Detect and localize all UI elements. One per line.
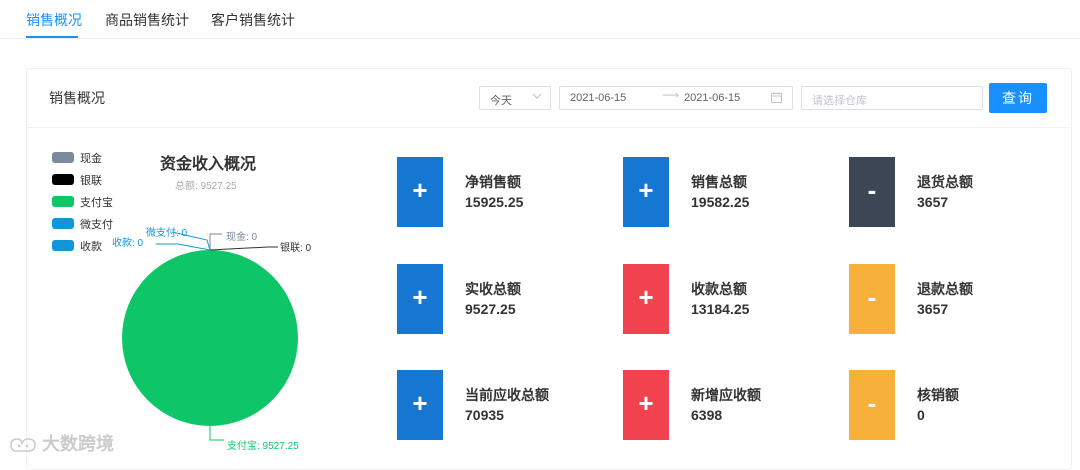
day-select[interactable]: 今天 (479, 86, 551, 110)
stat-value: 70935 (465, 407, 504, 423)
calendar-icon (771, 92, 782, 103)
date-start[interactable]: 2021-06-15 (570, 92, 626, 104)
legend-item-cash[interactable]: 现金 (52, 150, 142, 165)
legend-label: 银联 (80, 175, 102, 187)
legend-swatch (52, 196, 74, 207)
data-label-zhifubao: 支付宝: 9527.25 (227, 439, 299, 452)
stat-total-received[interactable]: + 实收总额 9527.25 (397, 264, 587, 334)
chevron-down-icon (532, 93, 542, 99)
stat-value: 13184.25 (691, 301, 750, 317)
tab-bar: 销售概况 商品销售统计 客户销售统计 (0, 0, 1080, 39)
stat-current-receivable[interactable]: + 当前应收总额 70935 (397, 370, 587, 440)
warehouse-placeholder: 请选择仓库 (812, 95, 867, 107)
minus-icon: - (849, 370, 895, 440)
stat-label: 销售总额 (691, 174, 747, 190)
legend-swatch (52, 152, 74, 163)
stat-value: 15925.25 (465, 194, 524, 210)
plus-icon: + (397, 264, 443, 334)
stat-value: 9527.25 (465, 301, 516, 317)
card-title: 销售概况 (49, 90, 105, 106)
stat-net-sales[interactable]: + 净销售额 15925.25 (397, 157, 587, 227)
stat-new-receivable[interactable]: + 新增应收额 6398 (623, 370, 813, 440)
legend-label: 现金 (80, 153, 102, 165)
legend-item-unionpay[interactable]: 银联 (52, 172, 142, 187)
tab-product-sales[interactable]: 商品销售统计 (105, 10, 189, 30)
tab-customer-sales[interactable]: 客户销售统计 (211, 10, 295, 30)
plus-icon: + (397, 157, 443, 227)
legend-item-alipay[interactable]: 支付宝 (52, 194, 142, 209)
range-arrow-icon: ⟶ (662, 88, 680, 102)
stat-label: 当前应收总额 (465, 387, 549, 403)
leader-line-yinlian (209, 246, 278, 251)
stat-label: 净销售额 (465, 174, 521, 190)
pie-subtitle: 总额: 9527.25 (175, 181, 237, 192)
plus-icon: + (623, 157, 669, 227)
stat-label: 退款总额 (917, 281, 973, 297)
stat-label: 收款总额 (691, 281, 747, 297)
watermark-logo-icon (10, 438, 36, 453)
stat-value: 0 (917, 407, 925, 423)
stat-value: 3657 (917, 301, 949, 317)
data-label-yinlian: 银联: 0 (280, 241, 312, 254)
plus-icon: + (623, 264, 669, 334)
pie-title: 资金收入概况 (160, 156, 257, 173)
legend-label: 收款 (80, 241, 102, 253)
watermark-text: 大数跨境 (42, 434, 114, 454)
data-label-weizhifu: 微支付: 0 (146, 226, 188, 239)
date-end[interactable]: 2021-06-15 (684, 92, 740, 104)
plus-icon: + (397, 370, 443, 440)
pie-slice-alipay[interactable] (122, 250, 298, 426)
query-button[interactable]: 查询 (989, 83, 1047, 113)
active-tab-indicator (26, 36, 78, 38)
data-label-shoukuan: 收款: 0 (112, 236, 144, 249)
pie-chart: 微支付: 0 收款: 0 现金: 0 银联: 0 支付宝: 9527.25 (112, 226, 312, 452)
warehouse-select[interactable]: 请选择仓库 (801, 86, 983, 110)
legend-label: 支付宝 (80, 197, 113, 209)
leader-line-xianjin (209, 233, 222, 250)
tab-sales-overview[interactable]: 销售概况 (26, 10, 82, 30)
leader-line-zhifubao (209, 426, 224, 441)
legend-swatch (52, 174, 74, 185)
minus-icon: - (849, 264, 895, 334)
stat-total-sales[interactable]: + 销售总额 19582.25 (623, 157, 813, 227)
stat-label: 核销额 (917, 387, 959, 403)
watermark: 大数跨境 (8, 430, 114, 456)
stat-total-returns[interactable]: - 退货总额 3657 (849, 157, 1039, 227)
stat-value: 19582.25 (691, 194, 750, 210)
stat-total-refunds[interactable]: - 退款总额 3657 (849, 264, 1039, 334)
legend-swatch (52, 240, 74, 251)
stat-label: 实收总额 (465, 281, 521, 297)
stat-write-off[interactable]: - 核销额 0 (849, 370, 1039, 440)
day-select-value: 今天 (490, 95, 512, 107)
plus-icon: + (623, 370, 669, 440)
data-label-xianjin: 现金: 0 (226, 230, 258, 243)
date-range-picker[interactable]: 2021-06-15 ⟶ 2021-06-15 (559, 86, 793, 110)
stat-label: 新增应收额 (691, 387, 761, 403)
stat-label: 退货总额 (917, 174, 973, 190)
stat-value: 3657 (917, 194, 949, 210)
stat-total-collections[interactable]: + 收款总额 13184.25 (623, 264, 813, 334)
leader-line-shoukuan (156, 243, 211, 251)
stat-value: 6398 (691, 407, 723, 423)
legend-swatch (52, 218, 74, 229)
card-header: 销售概况 今天 2021-06-15 ⟶ 2021-06-15 请选择仓库 查询 (27, 69, 1071, 128)
minus-icon: - (849, 157, 895, 227)
